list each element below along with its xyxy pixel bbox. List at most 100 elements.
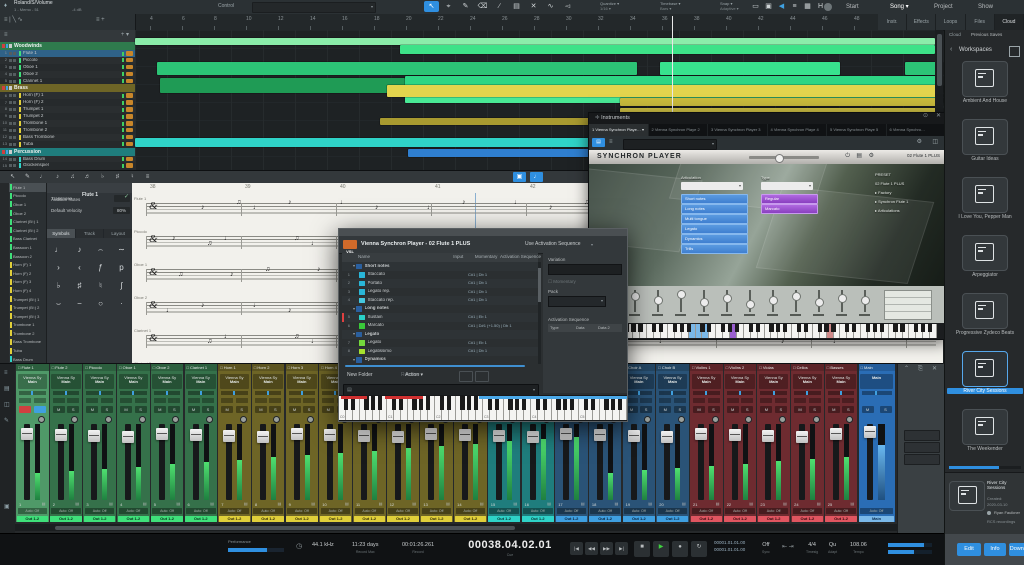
track-row[interactable]: 1Flute 1 xyxy=(0,50,135,57)
group-header[interactable]: Percussion xyxy=(0,148,135,156)
output-label[interactable]: Out 1-2 xyxy=(792,516,824,523)
link-icon[interactable]: ▤ xyxy=(412,501,416,506)
pan-slider[interactable] xyxy=(828,391,855,395)
solo-button[interactable] xyxy=(13,129,16,132)
score-track-row[interactable]: Oboe 2 xyxy=(9,209,46,218)
tool-2-icon[interactable]: ✎ xyxy=(458,1,473,12)
audio-clip[interactable] xyxy=(620,98,943,106)
black-key[interactable] xyxy=(680,324,684,332)
fader-handle[interactable] xyxy=(55,429,67,441)
insert-slot[interactable]: Vienna SyMain xyxy=(253,374,283,389)
fader-handle[interactable] xyxy=(796,431,808,443)
solo-button[interactable]: S xyxy=(303,406,315,413)
score-track-row[interactable]: Clarinet (B♭) 2 xyxy=(9,226,46,235)
pan-slider[interactable] xyxy=(120,391,147,395)
send-field[interactable] xyxy=(727,398,739,403)
fader-handle[interactable] xyxy=(21,428,33,440)
black-key[interactable] xyxy=(467,396,471,410)
pan-slider[interactable] xyxy=(659,391,686,395)
automation-chip[interactable] xyxy=(126,163,133,168)
black-key[interactable] xyxy=(673,324,677,332)
solo-button[interactable]: S xyxy=(741,406,753,413)
score-blue-tool-icon[interactable]: ▣ xyxy=(513,172,526,182)
output-label[interactable]: Out 1-2 xyxy=(118,516,150,523)
snap-group-1[interactable]: Timebase ▾Bars ▾ xyxy=(660,1,716,11)
mute-button[interactable] xyxy=(9,108,12,111)
solo-button[interactable] xyxy=(13,115,16,118)
black-key[interactable] xyxy=(818,324,822,332)
articulation-row[interactable]: 7LegatoC#1 | Eb 1 xyxy=(342,339,538,348)
icon-button[interactable] xyxy=(459,371,473,382)
score-track-row[interactable]: Horn (F) 4 xyxy=(9,286,46,295)
output-label[interactable]: Out 1-2 xyxy=(522,516,554,523)
output-label[interactable]: Out 1-2 xyxy=(17,516,49,523)
cue-knob[interactable] xyxy=(745,416,752,423)
workspace-card[interactable]: Guitar Ideas xyxy=(945,116,1024,174)
insert-slot[interactable]: Vienna SyMain xyxy=(692,374,722,389)
automation-mode[interactable]: Auto: Off xyxy=(692,508,722,514)
playhead-marker[interactable] xyxy=(672,16,673,30)
strip-name[interactable]: □ Oboe 1 xyxy=(117,364,150,371)
fader-handle[interactable] xyxy=(493,430,505,442)
mute-button[interactable] xyxy=(9,66,12,69)
black-key[interactable] xyxy=(378,396,382,410)
audio-clip[interactable] xyxy=(387,85,943,97)
score-track-row[interactable]: Trumpet (B♭) 2 xyxy=(9,303,46,312)
dialog-hscrollbar[interactable] xyxy=(345,365,525,367)
insert-slot[interactable]: Vienna SyMain xyxy=(220,374,250,389)
articulation-button[interactable]: Short notes xyxy=(681,194,748,204)
fader-handle[interactable] xyxy=(291,428,303,440)
cue-knob[interactable] xyxy=(678,416,685,423)
loop-range[interactable]: 00001.01.01.00 00001.01.01.00 xyxy=(714,541,745,553)
mode-dropdown[interactable]: Use Activation Sequence xyxy=(525,242,581,248)
black-key[interactable] xyxy=(631,324,635,332)
automation-mode[interactable]: Auto: Off xyxy=(759,508,789,514)
transport-nav-button[interactable]: ▶▶ xyxy=(600,542,613,555)
output-label[interactable]: Out 1-2 xyxy=(758,516,790,523)
audio-clip[interactable] xyxy=(400,45,935,54)
solo-button[interactable]: S xyxy=(708,406,720,413)
fader-handle[interactable] xyxy=(88,430,100,442)
score-track-row[interactable]: Trombone 2 xyxy=(9,329,46,338)
output-label[interactable]: Out 1-2 xyxy=(421,516,453,523)
link-icon[interactable]: ▤ xyxy=(143,501,147,506)
score-track-row[interactable]: Horn (F) 1 xyxy=(9,260,46,269)
automation-mode[interactable]: Auto: Off xyxy=(85,508,115,514)
cue-knob[interactable] xyxy=(644,416,651,423)
score-track-row[interactable]: Oboe 1 xyxy=(9,200,46,209)
automation-chip[interactable] xyxy=(126,72,133,77)
output-label[interactable]: Out 1-2 xyxy=(556,516,588,523)
send-field[interactable] xyxy=(659,398,671,403)
link-icon[interactable]: ▤ xyxy=(210,501,214,506)
strip-name[interactable]: □ Oboe 2 xyxy=(151,364,184,371)
output-label[interactable]: Out 1-2 xyxy=(151,516,183,523)
mute-button[interactable]: M xyxy=(120,406,132,413)
symbol-13[interactable]: − xyxy=(69,295,90,313)
sync-indicator[interactable]: OffSync xyxy=(762,542,770,554)
black-key[interactable] xyxy=(914,324,918,332)
automation-mode[interactable]: Auto: Off xyxy=(860,508,893,514)
insert-slot[interactable]: Vienna SyMain xyxy=(18,374,48,389)
insert-slot[interactable]: Vienna SyMain xyxy=(119,374,149,389)
solo-button[interactable]: S xyxy=(674,406,686,413)
perform-knob[interactable] xyxy=(631,292,640,301)
track-row[interactable]: 11Trombone 2 xyxy=(0,127,135,134)
send-field[interactable] xyxy=(760,398,772,403)
audio-clip[interactable] xyxy=(660,62,840,75)
fader-handle[interactable] xyxy=(628,430,640,442)
mute-button[interactable] xyxy=(9,129,12,132)
preset-name[interactable]: 02 Flute 1 PLUS xyxy=(907,154,940,159)
automation-mode[interactable]: Auto: Off xyxy=(287,508,317,514)
mute-button[interactable]: M xyxy=(693,406,705,413)
automation-mode[interactable]: Auto: Off xyxy=(793,508,823,514)
tool-0-icon[interactable]: ↖ xyxy=(424,1,439,12)
black-key[interactable] xyxy=(852,324,856,332)
send-field[interactable] xyxy=(168,398,180,403)
slider-knob[interactable] xyxy=(775,154,784,163)
automation-mode[interactable]: Auto: Off xyxy=(253,508,283,514)
articulation-row[interactable]: 6MarcatoC#1 | D#1 (+1.50) | Db 1 xyxy=(342,322,538,331)
output-label[interactable]: Out 1-2 xyxy=(488,516,520,523)
tree-item[interactable]: ▸ Factory xyxy=(875,190,891,195)
strip-name[interactable]: □ Horn 1 xyxy=(218,364,251,371)
symbol-15[interactable]: · xyxy=(111,295,132,313)
